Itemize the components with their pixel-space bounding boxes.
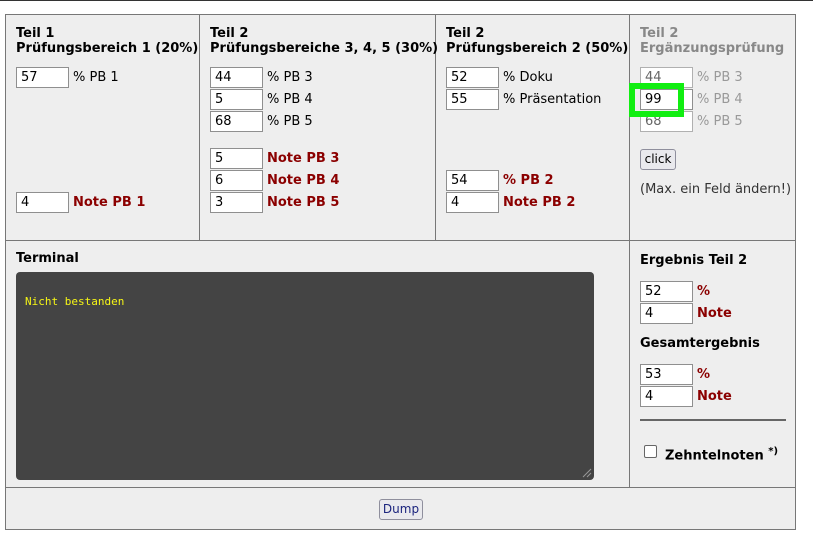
click-button[interactable]: click [640, 149, 676, 170]
top-rule [0, 0, 813, 1]
pb5-note-label: Note PB 5 [267, 195, 340, 210]
pb2-percent-input[interactable]: 54 [446, 170, 499, 191]
ergaenzung-pb3-input[interactable]: 44 [640, 67, 693, 88]
pb1-percent-input[interactable]: 57 [16, 67, 69, 88]
divider [5, 240, 796, 241]
pb1-note-input[interactable]: 4 [16, 192, 69, 213]
teil1-heading-line2: Prüfungsbereich 1 (20%) [16, 41, 199, 56]
teil1-heading-line1: Teil 1 [16, 26, 55, 41]
gesamt-note-label: Note [697, 389, 732, 404]
dump-button[interactable]: Dump [379, 499, 423, 520]
ergaenzung-pb4-input[interactable]: 99 [640, 89, 693, 110]
teil2-pb345-heading-line1: Teil 2 [210, 26, 249, 41]
ergaenzung-pb5-label: % PB 5 [697, 114, 743, 129]
praesentation-percent-label: % Präsentation [503, 92, 602, 107]
pb4-percent-input[interactable]: 5 [210, 89, 263, 110]
pb1-note-label: Note PB 1 [73, 195, 146, 210]
ergaenzung-heading-line1: Teil 2 [640, 26, 679, 41]
pb5-percent-label: % PB 5 [267, 114, 313, 129]
pb3-note-input[interactable]: 5 [210, 148, 263, 169]
ergaenzung-hint: (Max. ein Feld ändern!) [640, 182, 792, 197]
gesamt-percent-label: % [697, 367, 711, 382]
ergebnis-teil2-note-input[interactable]: 4 [640, 303, 693, 324]
teil2-pb2-heading-line1: Teil 2 [446, 26, 485, 41]
terminal-textarea[interactable]: Nicht bestanden [16, 272, 594, 480]
footnote-mark: *) [768, 446, 779, 457]
teil2-pb345-heading: Teil 2 Prüfungsbereiche 3, 4, 5 (30%) [210, 26, 438, 56]
terminal-title: Terminal [16, 251, 79, 266]
resize-grip-icon[interactable] [580, 466, 592, 478]
ergaenzung-heading: Teil 2 Ergänzungsprüfung [640, 26, 784, 56]
pb3-percent-input[interactable]: 44 [210, 67, 263, 88]
pb4-note-label: Note PB 4 [267, 173, 340, 188]
pb3-note-label: Note PB 3 [267, 151, 340, 166]
ergaenzung-pb3-label: % PB 3 [697, 70, 743, 85]
doku-percent-input[interactable]: 52 [446, 67, 499, 88]
teil1-heading: Teil 1 Prüfungsbereich 1 (20%) [16, 26, 198, 56]
pb4-percent-label: % PB 4 [267, 92, 313, 107]
pb5-percent-input[interactable]: 68 [210, 111, 263, 132]
pb3-percent-label: % PB 3 [267, 70, 313, 85]
ergaenzung-pb4-label: % PB 4 [697, 92, 743, 107]
praesentation-percent-input[interactable]: 55 [446, 89, 499, 110]
doku-percent-label: % Doku [503, 70, 553, 85]
teil2-pb2-heading-line2: Prüfungsbereich 2 (50%) [446, 41, 629, 56]
ergaenzung-pb5-input[interactable]: 68 [640, 111, 693, 132]
pb2-percent-label: % PB 2 [503, 173, 554, 188]
zehntelnoten-checkbox[interactable] [644, 445, 657, 458]
ergaenzung-heading-line2: Ergänzungsprüfung [640, 41, 785, 56]
divider [199, 14, 200, 240]
divider [5, 487, 796, 488]
pb4-note-input[interactable]: 6 [210, 170, 263, 191]
separator [640, 419, 786, 421]
ergebnis-teil2-percent-label: % [697, 284, 711, 299]
zehntelnoten-text: Zehntelnoten [665, 448, 764, 464]
pb2-note-label: Note PB 2 [503, 195, 576, 210]
gesamt-note-input[interactable]: 4 [640, 386, 693, 407]
pb2-note-input[interactable]: 4 [446, 192, 499, 213]
gesamtergebnis-title: Gesamtergebnis [640, 336, 760, 351]
ergebnis-teil2-title: Ergebnis Teil 2 [640, 253, 748, 268]
ergebnis-teil2-note-label: Note [697, 306, 732, 321]
pb5-note-input[interactable]: 3 [210, 192, 263, 213]
pb1-percent-label: % PB 1 [73, 70, 119, 85]
terminal-output: Nicht bestanden [25, 295, 125, 308]
divider [629, 14, 630, 487]
ergebnis-teil2-percent-input[interactable]: 52 [640, 281, 693, 302]
teil2-pb345-heading-line2: Prüfungsbereiche 3, 4, 5 (30%) [210, 41, 439, 56]
zehntelnoten-label: Zehntelnoten *) [665, 444, 778, 463]
teil2-pb2-heading: Teil 2 Prüfungsbereich 2 (50%) [446, 26, 628, 56]
gesamt-percent-input[interactable]: 53 [640, 364, 693, 385]
